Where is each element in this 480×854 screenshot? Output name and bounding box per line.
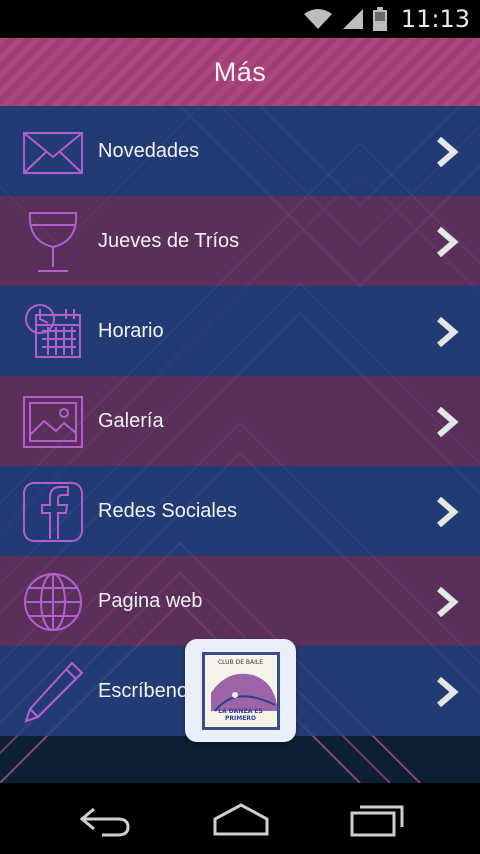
recents-icon[interactable]: [350, 801, 406, 837]
menu-item-label: Horario: [98, 320, 164, 342]
home-icon[interactable]: [212, 801, 270, 837]
menu-item-galeria[interactable]: Galería: [0, 376, 480, 466]
menu-item-label: Jueves de Tríos: [98, 230, 240, 252]
chevron-right-icon: [437, 136, 459, 168]
menu-item-novedades[interactable]: Novedades: [0, 106, 480, 196]
chevron-right-icon: [437, 226, 459, 258]
chevron-right-icon: [437, 406, 459, 438]
signal-icon: [342, 9, 363, 29]
page-title: Más: [213, 56, 267, 87]
battery-icon: [372, 7, 387, 31]
menu-item-pagina-web[interactable]: Pagina web: [0, 556, 480, 646]
globe-icon: [24, 573, 82, 631]
club-logo: CLUB DE BAILE LA DANZA ES PRIMERO: [201, 651, 280, 730]
logo-bottom-text: LA DANZA ES PRIMERO: [218, 707, 263, 722]
status-time: 11:13: [400, 5, 470, 33]
android-nav-bar: [0, 783, 480, 854]
envelope-icon: [23, 132, 83, 174]
menu-item-jueves-de-trios[interactable]: Jueves de Tríos: [0, 196, 480, 286]
status-bar: 11:13: [0, 0, 480, 38]
pencil-icon: [24, 661, 84, 723]
chevron-right-icon: [437, 676, 459, 708]
menu-item-horario[interactable]: Horario: [0, 286, 480, 376]
menu-item-label: Pagina web: [98, 590, 203, 612]
header-bar: Más: [0, 38, 480, 106]
picture-icon: [23, 396, 83, 448]
menu-item-label: Novedades: [98, 140, 200, 162]
chevron-right-icon: [437, 496, 459, 528]
chevron-right-icon: [437, 586, 459, 618]
menu-item-redes-sociales[interactable]: Redes Sociales: [0, 466, 480, 556]
wine-glass-icon: [28, 212, 78, 272]
facebook-icon: [23, 482, 83, 542]
back-icon[interactable]: [78, 801, 134, 837]
calendar-clock-icon: [25, 304, 81, 358]
floating-logo-badge[interactable]: CLUB DE BAILE LA DANZA ES PRIMERO: [185, 639, 296, 742]
chevron-right-icon: [437, 316, 459, 348]
wifi-icon: [303, 9, 332, 29]
menu-item-label: Redes Sociales: [98, 500, 237, 522]
menu-item-label: Galería: [98, 410, 164, 432]
menu-item-label: Escríbenos: [98, 680, 199, 702]
